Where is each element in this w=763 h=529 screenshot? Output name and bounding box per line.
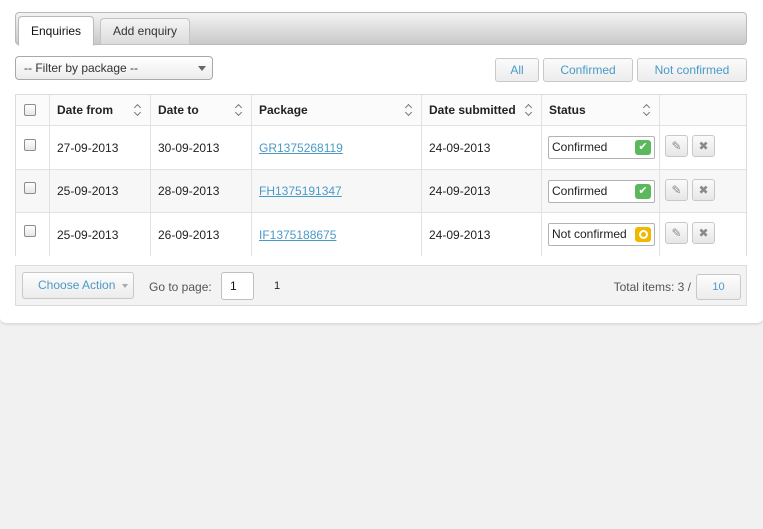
filter-not-confirmed-button[interactable]: Not confirmed bbox=[637, 58, 747, 82]
pencil-icon: ✎ bbox=[671, 183, 682, 197]
row-select-cell bbox=[16, 126, 50, 169]
delete-button[interactable]: ✖ bbox=[692, 222, 715, 244]
package-cell: FH1375191347 bbox=[252, 170, 422, 212]
actions-cell: ✎ ✖ bbox=[660, 213, 746, 256]
status-cell: Confirmed ✔ bbox=[542, 126, 660, 169]
tab-enquiries[interactable]: Enquiries bbox=[18, 16, 95, 46]
col-status-label: Status bbox=[549, 103, 586, 117]
package-cell: GR1375268119 bbox=[252, 126, 422, 169]
date-from-cell: 25-09-2013 bbox=[50, 170, 151, 212]
date-submitted-cell: 24-09-2013 bbox=[422, 126, 542, 169]
package-filter-value: -- Filter by package -- bbox=[24, 61, 139, 75]
items-per-page-button[interactable]: 10 bbox=[696, 274, 741, 300]
date-to-cell: 26-09-2013 bbox=[151, 213, 252, 256]
check-icon: ✔ bbox=[635, 140, 651, 155]
table-row: 25-09-2013 26-09-2013 IF1375188675 24-09… bbox=[16, 213, 746, 256]
page-count: 1 bbox=[274, 280, 281, 292]
goto-page-label: Go to page: bbox=[149, 280, 212, 294]
col-date-to-label: Date to bbox=[158, 103, 199, 117]
row-checkbox[interactable] bbox=[24, 225, 36, 237]
table-header: Date from Date to Package Date submitted… bbox=[16, 95, 746, 126]
actions-cell: ✎ ✖ bbox=[660, 126, 746, 169]
status-value: Confirmed bbox=[552, 183, 608, 198]
pencil-icon: ✎ bbox=[671, 226, 682, 240]
status-cell: Not confirmed bbox=[542, 213, 660, 256]
sort-icon bbox=[235, 104, 243, 116]
table-footer: Choose Action Go to page: 1 1 Total item… bbox=[15, 265, 747, 306]
row-checkbox[interactable] bbox=[24, 182, 36, 194]
status-value: Confirmed bbox=[552, 140, 608, 154]
close-icon: ✖ bbox=[698, 183, 709, 197]
check-icon: ✔ bbox=[635, 183, 651, 199]
col-date-submitted-label: Date submitted bbox=[429, 103, 516, 117]
select-all-checkbox[interactable] bbox=[24, 104, 36, 116]
date-submitted-cell: 24-09-2013 bbox=[422, 213, 542, 256]
row-checkbox[interactable] bbox=[24, 139, 36, 151]
sort-icon bbox=[643, 104, 651, 116]
package-filter-select[interactable]: -- Filter by package -- bbox=[15, 56, 213, 80]
date-from-cell: 25-09-2013 bbox=[50, 213, 151, 256]
package-link[interactable]: FH1375191347 bbox=[259, 184, 342, 198]
date-to-cell: 30-09-2013 bbox=[151, 126, 252, 169]
close-icon: ✖ bbox=[698, 226, 709, 240]
table-row: 27-09-2013 30-09-2013 GR1375268119 24-09… bbox=[16, 126, 746, 170]
select-all-cell bbox=[16, 95, 50, 125]
status-select[interactable]: Confirmed ✔ bbox=[548, 136, 655, 159]
row-select-cell bbox=[16, 213, 50, 256]
col-status[interactable]: Status bbox=[542, 95, 660, 125]
edit-button[interactable]: ✎ bbox=[665, 222, 688, 244]
sort-icon bbox=[525, 104, 533, 116]
close-icon: ✖ bbox=[698, 139, 709, 153]
sort-icon bbox=[134, 104, 142, 116]
page-input[interactable]: 1 bbox=[221, 272, 254, 300]
col-date-submitted[interactable]: Date submitted bbox=[422, 95, 542, 125]
filter-all-button[interactable]: All bbox=[495, 58, 539, 82]
col-date-to[interactable]: Date to bbox=[151, 95, 252, 125]
total-items-label: Total items: 3 / bbox=[613, 280, 691, 294]
col-package-label: Package bbox=[259, 103, 308, 117]
status-cell: Confirmed ✔ bbox=[542, 170, 660, 212]
sort-icon bbox=[405, 104, 413, 116]
col-actions bbox=[660, 95, 746, 125]
col-package[interactable]: Package bbox=[252, 95, 422, 125]
package-link[interactable]: IF1375188675 bbox=[259, 228, 336, 242]
choose-action-label: Choose Action bbox=[38, 278, 116, 292]
col-date-from[interactable]: Date from bbox=[50, 95, 151, 125]
chevron-down-icon bbox=[122, 284, 128, 288]
edit-button[interactable]: ✎ bbox=[665, 179, 688, 201]
status-select[interactable]: Not confirmed bbox=[548, 223, 655, 246]
status-select[interactable]: Confirmed ✔ bbox=[548, 179, 655, 203]
package-cell: IF1375188675 bbox=[252, 213, 422, 256]
package-link[interactable]: GR1375268119 bbox=[259, 141, 343, 155]
col-date-from-label: Date from bbox=[57, 103, 114, 117]
date-to-cell: 28-09-2013 bbox=[151, 170, 252, 212]
enquiries-table: Date from Date to Package Date submitted… bbox=[15, 94, 747, 256]
enquiries-panel: Enquiries Add enquiry -- Filter by packa… bbox=[0, 0, 763, 324]
delete-button[interactable]: ✖ bbox=[692, 179, 715, 201]
delete-button[interactable]: ✖ bbox=[692, 135, 715, 157]
tab-bar: Enquiries Add enquiry bbox=[15, 12, 747, 46]
actions-cell: ✎ ✖ bbox=[660, 170, 746, 212]
date-from-cell: 27-09-2013 bbox=[50, 126, 151, 169]
pencil-icon: ✎ bbox=[671, 139, 682, 153]
row-select-cell bbox=[16, 170, 50, 212]
status-value: Not confirmed bbox=[552, 227, 627, 241]
filter-confirmed-button[interactable]: Confirmed bbox=[543, 58, 633, 82]
table-row: 25-09-2013 28-09-2013 FH1375191347 24-09… bbox=[16, 170, 746, 213]
edit-button[interactable]: ✎ bbox=[665, 135, 688, 157]
date-submitted-cell: 24-09-2013 bbox=[422, 170, 542, 212]
circle-icon bbox=[635, 227, 651, 242]
chevron-down-icon bbox=[198, 66, 206, 71]
choose-action-button[interactable]: Choose Action bbox=[22, 272, 134, 299]
tab-add-enquiry[interactable]: Add enquiry bbox=[100, 18, 191, 45]
